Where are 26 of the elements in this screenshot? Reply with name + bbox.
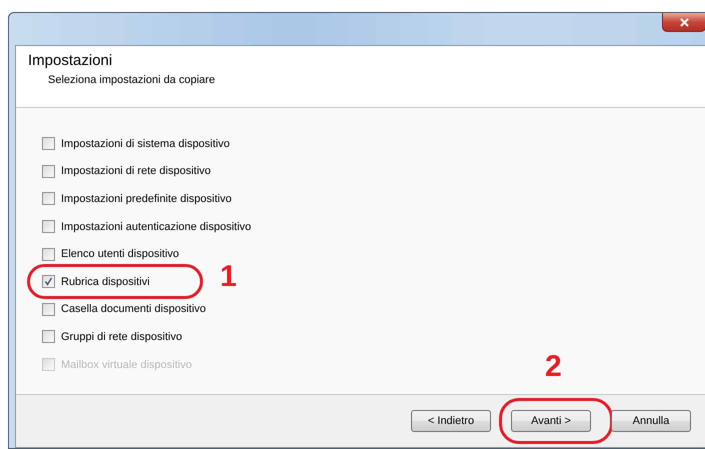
checkbox[interactable] — [42, 164, 55, 178]
checkbox[interactable] — [42, 330, 55, 344]
close-icon — [680, 18, 688, 26]
step-number: 1 — [220, 260, 237, 294]
checkbox[interactable] — [42, 137, 55, 150]
close-button[interactable] — [662, 13, 705, 32]
wizard-button[interactable]: < Indietro — [411, 410, 491, 432]
checkbox[interactable] — [42, 248, 55, 261]
wizard-button[interactable]: Annulla — [611, 410, 691, 432]
checkbox[interactable] — [42, 275, 55, 288]
option-label: Impostazioni di rete dispositivo — [61, 165, 211, 178]
page-title: Impostazioni — [28, 52, 114, 69]
checkbox[interactable] — [42, 192, 55, 206]
option-label: Impostazioni predefinite dispositivo — [61, 192, 232, 205]
option-label: Rubrica dispositivi — [61, 276, 150, 288]
page-subtitle: Seleziona impostazioni da copiare — [48, 74, 216, 86]
wizard-button[interactable]: Avanti > — [511, 410, 591, 432]
option-label: Elenco utenti dispositivo — [61, 248, 180, 260]
option-label: Casella documenti dispositivo — [61, 303, 206, 316]
checkbox[interactable] — [42, 302, 55, 316]
checkbox[interactable] — [42, 220, 55, 234]
option-label: Impostazioni autenticazione dispositivo — [61, 220, 252, 233]
option-label: Mailbox virtuale dispositivo — [61, 358, 192, 371]
option-label: Impostazioni di sistema dispositivo — [61, 138, 230, 150]
option-label: Gruppi di rete dispositivo — [61, 330, 182, 343]
step-number: 2 — [545, 350, 562, 384]
